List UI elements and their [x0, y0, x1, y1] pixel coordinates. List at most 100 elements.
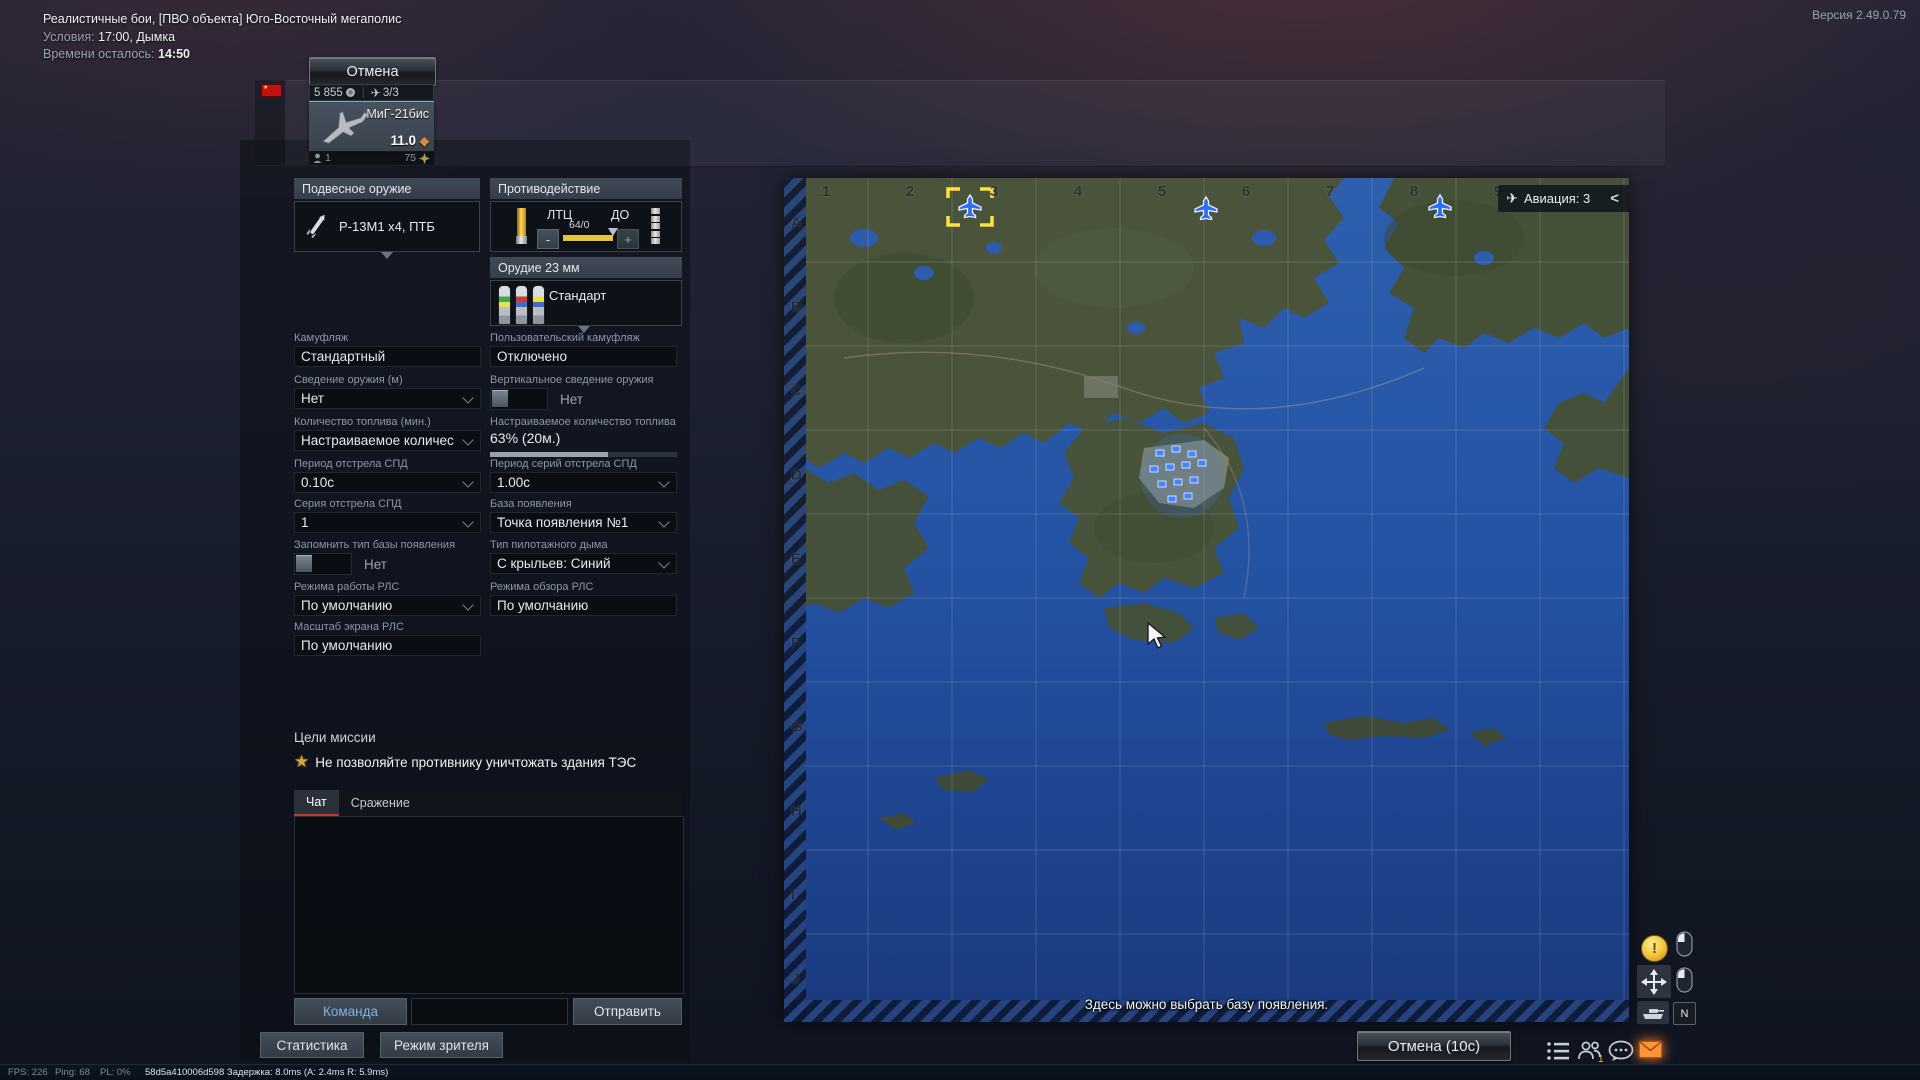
chevron-down-icon [462, 599, 473, 610]
cm-ratio-slider[interactable] [563, 235, 613, 241]
ping-counter: Ping: 68 [55, 1067, 90, 1078]
fuel-slider-track[interactable] [490, 452, 677, 457]
flare-series-dropdown[interactable]: Серия отстрела СПД 1 [294, 498, 481, 533]
expand-arrow-icon[interactable] [381, 252, 393, 259]
tab-chat[interactable]: Чат [294, 790, 339, 816]
tab-chat-label: Чат [306, 795, 327, 809]
camouflage-field[interactable]: Камуфляж Стандартный [294, 332, 481, 367]
statistics-button[interactable]: Статистика [260, 1032, 364, 1058]
checkbox[interactable] [490, 388, 548, 410]
status-bar: FPS: 226 Ping: 68 PL: 0% 58d5a410006d598… [0, 1064, 1920, 1080]
custom-camouflage-field[interactable]: Пользовательский камуфляж Отключено [490, 332, 677, 367]
crew-count: 1 [325, 152, 331, 164]
objectives-alert-icon[interactable]: ! [1641, 935, 1668, 962]
silver-lions-icon [345, 87, 356, 98]
field-label: База появления [490, 498, 677, 510]
plane-icon: ✈ [1506, 190, 1518, 207]
grid-col-label: 7 [1326, 183, 1334, 200]
chat-log[interactable] [294, 816, 684, 994]
time-value: 14:50 [158, 47, 190, 61]
checkbox[interactable] [294, 553, 352, 575]
radar-mode-dropdown[interactable]: Режима работы РЛС По умолчанию [294, 581, 481, 616]
secondary-weapons-title: Подвесное оружие [302, 182, 411, 196]
field-label: Тип пилотажного дыма [490, 539, 677, 551]
vehicle-name: МиГ-21бис [366, 107, 429, 121]
field-value: 1.00с [497, 475, 530, 490]
grid-col-label: 1 [822, 183, 830, 200]
convergence-dropdown[interactable]: Сведение оружия (м) Нет [294, 374, 481, 409]
mission-objective: ★ Не позволяйте противнику уничтожать зд… [294, 752, 636, 772]
custom-fuel-slider[interactable]: Настраиваемое количество топлива 63% (20… [490, 416, 677, 457]
grid-col-label: 6 [1242, 183, 1250, 200]
tab-battle-label: Сражение [351, 796, 410, 810]
mail-icon[interactable] [1638, 1040, 1663, 1059]
vertical-targeting-checkbox[interactable]: Вертикальное сведение оружия Нет [490, 374, 677, 410]
secondary-weapons-selector[interactable]: Р-13М1 х4, ПТБ [294, 201, 480, 252]
checkbox-state: Нет [364, 557, 387, 572]
north-indicator[interactable]: N [1673, 1002, 1696, 1025]
conditions-label: Условия: [43, 30, 95, 44]
tactical-map[interactable]: 1 2 3 4 5 6 7 8 9 A B C D E F G H I J ✈ … [784, 178, 1629, 1022]
chat-input[interactable] [411, 998, 568, 1025]
grid-row-label: I [791, 887, 795, 904]
cm-minus-button[interactable]: - [537, 229, 559, 249]
fuel-slider-fill [490, 452, 608, 457]
field-label: Сведение оружия (м) [294, 374, 481, 386]
collapse-chevron-icon[interactable]: < [1610, 190, 1619, 207]
remember-spawn-checkbox[interactable]: Запомнить тип базы появления Нет [294, 539, 481, 575]
field-label: Запомнить тип базы появления [294, 539, 481, 551]
ammo-belt-selector[interactable]: Стандарт [490, 280, 682, 326]
fuel-amount-dropdown[interactable]: Количество топлива (мин.) Настраиваемое … [294, 416, 481, 451]
messages-icon[interactable] [1608, 1040, 1634, 1062]
radar-view-dropdown[interactable]: Режима обзора РЛС По умолчанию [490, 581, 677, 616]
cm-plus-button[interactable]: + [617, 229, 639, 249]
time-remaining: Времени осталось: 14:50 [43, 47, 190, 61]
vehicle-card[interactable]: МиГ-21бис 11.0 ◆ [309, 101, 434, 152]
field-label: Настраиваемое количество топлива [490, 416, 677, 428]
flare-period-dropdown[interactable]: Период отстрела СПД 0.10с [294, 458, 481, 493]
chat-send-button[interactable]: Отправить [573, 998, 682, 1025]
field-value: Точка появления №1 [497, 515, 628, 530]
mission-objectives-header: Цели миссии [294, 730, 376, 745]
chevron-down-icon [658, 476, 669, 487]
gun-title: Орудие 23 мм [498, 261, 580, 275]
tab-battle[interactable]: Сражение [339, 790, 422, 816]
smoke-type-dropdown[interactable]: Тип пилотажного дыма С крыльев: Синий [490, 539, 677, 574]
flare-icon [517, 208, 527, 244]
objective-star-icon: ★ [294, 752, 309, 772]
field-value: По умолчанию [301, 598, 392, 613]
grid-row-label: C [791, 383, 802, 400]
field-value: 0.10с [301, 475, 334, 490]
battle-rating: 11.0 ◆ [390, 133, 429, 148]
cancel-timer-button[interactable]: Отмена (10с) [1357, 1031, 1511, 1061]
move-arrows-icon [1641, 969, 1667, 995]
map-terrain [784, 178, 1629, 1022]
cancel-spawn-label: Отмена [346, 64, 398, 80]
battle-conditions: Условия: 17:00, Дымка [43, 30, 175, 44]
aviation-badge[interactable]: ✈ Авиация: 3 < [1498, 185, 1629, 212]
map-pan-button[interactable] [1637, 965, 1671, 998]
vehicle-stats-row: 5 855 | ✈ 3/3 [309, 84, 434, 101]
field-label: Масштаб экрана РЛС [294, 621, 481, 633]
field-label: Пользовательский камуфляж [490, 332, 677, 344]
flare-series-period-dropdown[interactable]: Период серий отстрела СПД 1.00с [490, 458, 677, 493]
radar-scale-dropdown[interactable]: Масштаб экрана РЛС По умолчанию [294, 621, 481, 656]
battle-log-icon[interactable] [1546, 1040, 1571, 1062]
squad-count: 1 [1598, 1054, 1604, 1063]
chat-team-button[interactable]: Команда [294, 998, 407, 1025]
field-label: Количество топлива (мин.) [294, 416, 481, 428]
vehicle-card-footer: 1 75 [309, 151, 434, 165]
premium-diamond-icon: ◆ [420, 134, 429, 148]
spawn-score: 75 [404, 152, 416, 164]
checkbox-knob [492, 390, 508, 407]
spawn-base-dropdown[interactable]: База появления Точка появления №1 [490, 498, 677, 533]
ground-units-toggle[interactable] [1637, 1001, 1669, 1024]
field-label: Вертикальное сведение оружия [490, 374, 677, 386]
squad-icon[interactable]: 1 [1577, 1040, 1604, 1063]
countermeasures-header: Противодействие [490, 178, 682, 199]
vehicle-strip [255, 80, 1665, 167]
cancel-spawn-button[interactable]: Отмена [309, 57, 436, 86]
spectator-mode-button[interactable]: Режим зрителя [380, 1032, 503, 1058]
crew-icon [313, 153, 322, 163]
grid-row-label: B [791, 299, 802, 316]
